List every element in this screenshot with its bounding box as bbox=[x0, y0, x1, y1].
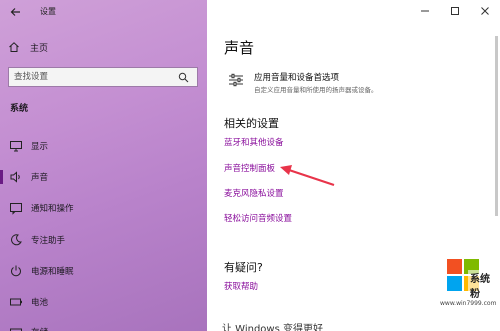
annotation-arrow bbox=[280, 165, 335, 187]
sidebar: 设置 主页 系统 显示 声音 bbox=[0, 0, 207, 331]
link-get-help[interactable]: 获取帮助 bbox=[224, 280, 258, 292]
power-icon bbox=[11, 265, 21, 277]
sidebar-item-label: 声音 bbox=[31, 173, 49, 183]
watermark-url: www.win7999.com bbox=[440, 300, 497, 307]
app-volume-option[interactable]: 应用音量和设备首选项 自定义应用音量和所使用的扬声器或设备。 bbox=[224, 70, 484, 100]
app-volume-subtitle: 自定义应用音量和所使用的扬声器或设备。 bbox=[254, 86, 378, 94]
section-title: 系统 bbox=[10, 104, 29, 114]
moon-icon bbox=[11, 234, 22, 246]
window-controls bbox=[410, 0, 500, 22]
scrollbar[interactable] bbox=[495, 36, 498, 216]
sidebar-item-label: 电源和睡眠 bbox=[31, 267, 74, 277]
sidebar-item-storage[interactable]: 存储 bbox=[0, 322, 207, 331]
close-button[interactable] bbox=[470, 0, 500, 22]
sidebar-item-sound[interactable]: 声音 bbox=[0, 167, 207, 187]
app-volume-title: 应用音量和设备首选项 bbox=[254, 73, 340, 83]
search-input[interactable] bbox=[9, 68, 174, 86]
watermark-brand: 系统粉 bbox=[468, 270, 500, 300]
sidebar-item-display[interactable]: 显示 bbox=[0, 136, 207, 156]
speaker-icon bbox=[10, 171, 20, 183]
footer-text: 让 Windows 变得更好 bbox=[222, 324, 323, 331]
window-title: 设置 bbox=[40, 7, 56, 16]
search-icon[interactable] bbox=[178, 68, 189, 87]
sidebar-item-label: 显示 bbox=[31, 142, 49, 152]
sidebar-item-home[interactable]: 主页 bbox=[8, 38, 198, 56]
home-icon bbox=[9, 42, 19, 52]
maximize-button[interactable] bbox=[440, 0, 470, 22]
minimize-icon bbox=[421, 10, 429, 12]
monitor-icon bbox=[10, 141, 22, 152]
link-bluetooth-devices[interactable]: 蓝牙和其他设备 bbox=[224, 136, 284, 148]
help-title: 有疑问? bbox=[224, 261, 263, 274]
sidebar-item-label: 电池 bbox=[31, 298, 49, 308]
link-sound-control-panel[interactable]: 声音控制面板 bbox=[224, 162, 275, 174]
sidebar-item-power-sleep[interactable]: 电源和睡眠 bbox=[0, 261, 207, 281]
back-arrow-icon bbox=[10, 8, 20, 16]
related-settings-title: 相关的设置 bbox=[224, 117, 279, 130]
battery-icon bbox=[10, 298, 22, 306]
notification-icon bbox=[10, 203, 22, 215]
close-icon bbox=[481, 7, 489, 15]
sidebar-item-battery[interactable]: 电池 bbox=[0, 292, 207, 312]
link-microphone-privacy[interactable]: 麦克风隐私设置 bbox=[224, 187, 284, 199]
sliders-icon bbox=[229, 73, 243, 87]
sidebar-item-notifications[interactable]: 通知和操作 bbox=[0, 198, 207, 218]
sidebar-item-label: 通知和操作 bbox=[31, 204, 74, 214]
storage-icon bbox=[10, 328, 22, 331]
back-button[interactable] bbox=[8, 4, 24, 20]
sidebar-item-label: 存储 bbox=[31, 326, 48, 331]
home-label: 主页 bbox=[30, 43, 49, 54]
sidebar-item-label: 专注助手 bbox=[31, 236, 66, 246]
minimize-button[interactable] bbox=[410, 0, 440, 22]
title-bar: 设置 bbox=[0, 0, 207, 24]
sidebar-item-focus-assist[interactable]: 专注助手 bbox=[0, 230, 207, 250]
page-title: 声音 bbox=[224, 39, 255, 57]
maximize-icon bbox=[451, 7, 459, 15]
link-ease-of-access-audio[interactable]: 轻松访问音频设置 bbox=[224, 212, 292, 224]
search-box[interactable] bbox=[8, 67, 198, 87]
